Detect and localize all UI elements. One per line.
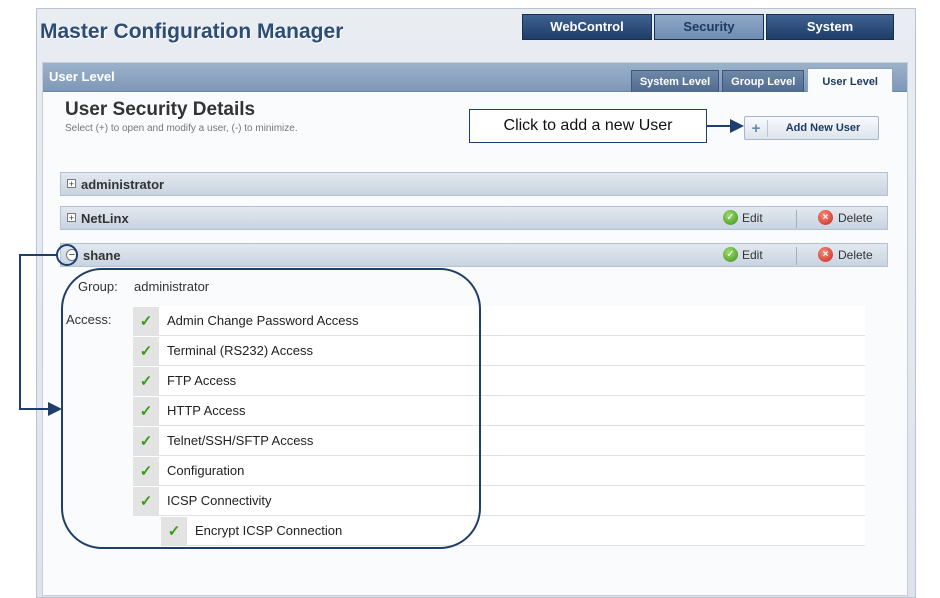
highlight-circle [56,244,78,266]
callout-connector [19,254,57,410]
arrow-head-icon [730,119,744,133]
highlight-region [61,268,481,549]
callout-annotations [19,119,744,549]
arrow-head-icon [48,402,62,416]
